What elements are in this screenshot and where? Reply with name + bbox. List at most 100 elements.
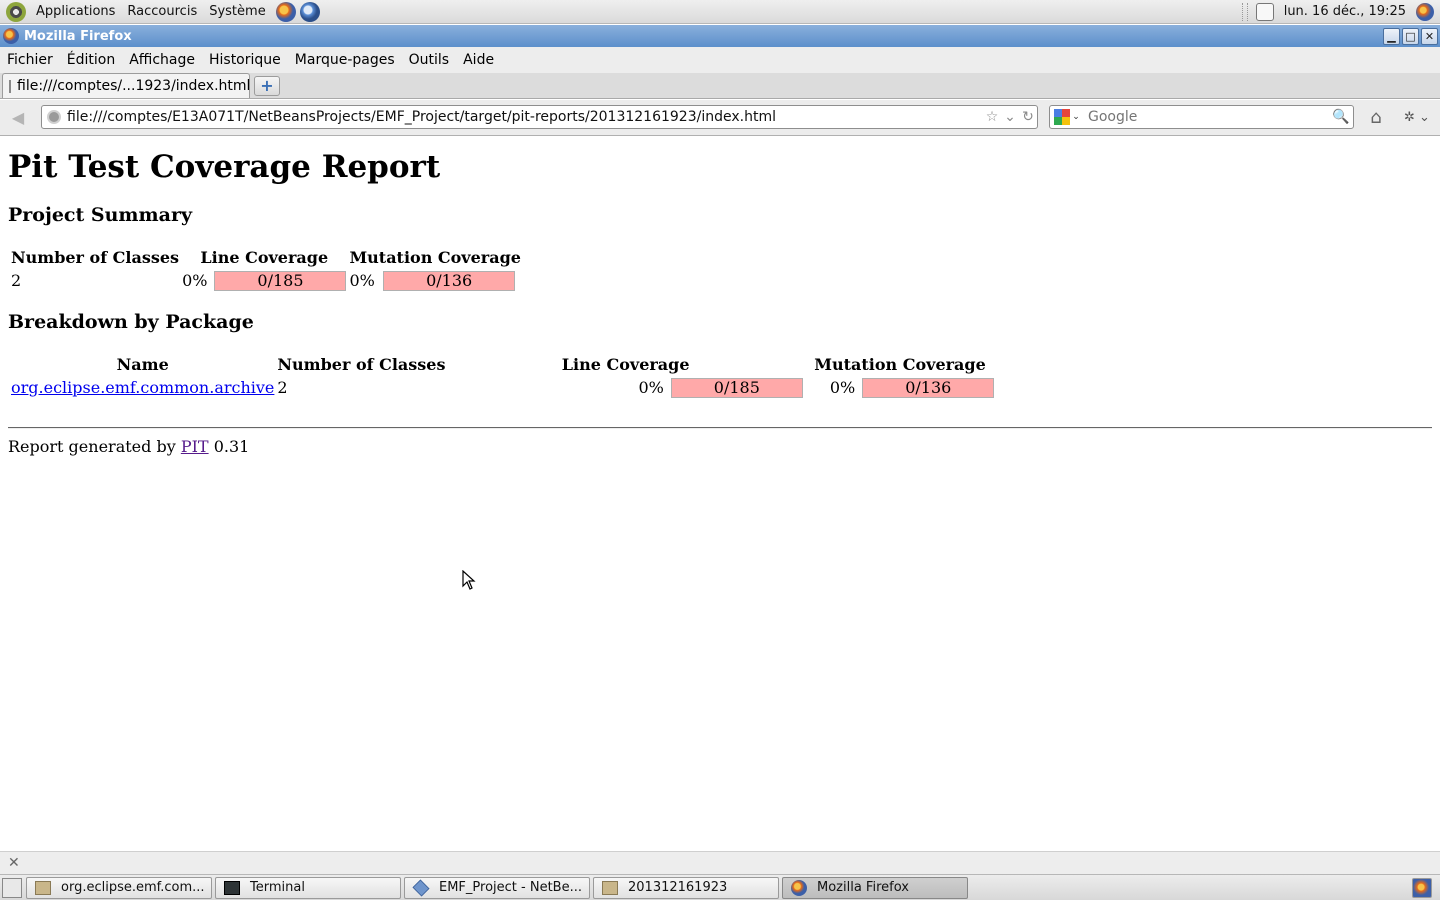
- package-link[interactable]: org.eclipse.emf.common.archive: [11, 378, 274, 397]
- thunderbird-launcher-icon[interactable]: [299, 1, 320, 22]
- url-bar[interactable]: file:///comptes/E13A071T/NetBeansProject…: [41, 105, 1038, 129]
- menu-outils[interactable]: Outils: [402, 52, 456, 68]
- folder-icon: [602, 880, 618, 895]
- mutation-coverage-bar: 0/136: [383, 271, 516, 291]
- google-engine-icon[interactable]: [1054, 109, 1070, 125]
- menu-fichier[interactable]: Fichier: [0, 52, 60, 68]
- task-folder-report[interactable]: 201312161923: [593, 876, 779, 899]
- summary-table: Number of Classes Line Coverage Mutation…: [8, 245, 524, 294]
- engine-icon-part: [1054, 109, 1062, 117]
- shortcuts-menu[interactable]: Raccourcis: [121, 4, 203, 19]
- search-go-icon[interactable]: 🔍: [1331, 107, 1351, 127]
- search-bar[interactable]: ⌄ 🔍: [1049, 105, 1354, 129]
- applications-menu[interactable]: Applications: [30, 4, 121, 19]
- summary-line-pct: 0%: [182, 271, 208, 290]
- url-text[interactable]: file:///comptes/E13A071T/NetBeansProject…: [67, 109, 983, 125]
- window-titlebar[interactable]: Mozilla Firefox ▁ □ ✕: [0, 25, 1440, 47]
- task-netbeans[interactable]: EMF_Project - NetBe...: [404, 876, 590, 899]
- minimize-button[interactable]: ▁: [1383, 27, 1400, 45]
- task-label: org.eclipse.emf.com...: [61, 880, 205, 895]
- panel-tray: lun. 16 déc., 19:25: [1241, 0, 1440, 24]
- summary-row: 2 0% 0/185 0% 0/136: [11, 271, 521, 291]
- breakdown-header-row: Name Number of Classes Line Coverage Mut…: [11, 355, 994, 375]
- package-line-coverage-bar: 0/185: [670, 378, 803, 398]
- panel-clock[interactable]: lun. 16 déc., 19:25: [1284, 4, 1406, 19]
- page-icon: [9, 79, 11, 93]
- package-row: org.eclipse.emf.common.archive 2 0% 0/18…: [11, 378, 995, 398]
- taskbar: org.eclipse.emf.com... Terminal EMF_Proj…: [0, 874, 1440, 900]
- firefox-tray-icon[interactable]: [1416, 2, 1434, 21]
- firefox-window-icon[interactable]: [3, 28, 19, 44]
- task-terminal[interactable]: Terminal: [215, 876, 401, 899]
- find-bar: ✕: [0, 851, 1440, 874]
- menu-historique[interactable]: Historique: [202, 52, 288, 68]
- menu-affichage[interactable]: Affichage: [122, 52, 202, 68]
- summary-mutation-pct: 0%: [349, 271, 375, 290]
- tab-strip: file:///comptes/...1923/index.html +: [0, 73, 1440, 99]
- bookmark-star-icon[interactable]: ☆: [983, 109, 1001, 125]
- history-dropdown-icon[interactable]: ⌄: [1001, 109, 1019, 125]
- netbeans-icon: [412, 879, 430, 896]
- tab-index-html[interactable]: file:///comptes/...1923/index.html: [2, 73, 250, 98]
- package-mutation-coverage-bar: 0/136: [862, 378, 995, 398]
- breakdown-heading: Breakdown by Package: [8, 311, 254, 333]
- close-button[interactable]: ✕: [1421, 27, 1438, 45]
- home-button[interactable]: ⌂: [1364, 106, 1388, 130]
- folder-icon: [35, 880, 51, 895]
- site-identity-icon[interactable]: [47, 110, 61, 124]
- show-desktop-icon[interactable]: [2, 877, 22, 898]
- engine-icon-part: [1062, 109, 1070, 117]
- package-name-cell: org.eclipse.emf.common.archive: [11, 378, 274, 398]
- task-label: Mozilla Firefox: [817, 880, 909, 895]
- firefox-launcher-icon[interactable]: [275, 1, 296, 22]
- footer-divider: [8, 427, 1432, 429]
- back-button[interactable]: ◀: [5, 105, 31, 131]
- engine-icon-part: [1054, 117, 1062, 125]
- menu-edition[interactable]: Édition: [60, 52, 122, 68]
- header-line-coverage: Line Coverage: [200, 248, 329, 267]
- line-coverage-bar: 0/185: [214, 271, 347, 291]
- menu-bar: Fichier Édition Affichage Historique Mar…: [0, 47, 1440, 73]
- package-mutation-pct: 0%: [829, 378, 856, 397]
- task-folder-package[interactable]: org.eclipse.emf.com...: [26, 876, 212, 899]
- new-tab-button[interactable]: +: [254, 76, 280, 96]
- engine-dropdown-icon[interactable]: ⌄: [1070, 112, 1082, 122]
- package-line-pct: 0%: [638, 378, 664, 397]
- findbar-close-icon[interactable]: ✕: [8, 855, 20, 871]
- menu-aide[interactable]: Aide: [456, 52, 501, 68]
- package-mutation-bar-cell: 0/136: [862, 378, 995, 398]
- page-content: Pit Test Coverage Report Project Summary…: [0, 137, 1440, 850]
- search-input[interactable]: [1088, 109, 1331, 125]
- task-label: EMF_Project - NetBe...: [439, 880, 582, 895]
- report-title: Pit Test Coverage Report: [8, 149, 441, 185]
- maximize-button[interactable]: □: [1402, 27, 1419, 45]
- navigation-bar: ◀ file:///comptes/E13A071T/NetBeansProje…: [0, 100, 1440, 136]
- tray-separator: [1241, 2, 1248, 21]
- header-mutation-coverage: Mutation Coverage: [814, 355, 986, 374]
- tools-menu-button[interactable]: ✲ ⌄: [1398, 106, 1436, 130]
- reload-icon[interactable]: ↻: [1019, 109, 1037, 125]
- project-summary-heading: Project Summary: [8, 204, 192, 226]
- breakdown-table: Name Number of Classes Line Coverage Mut…: [8, 352, 997, 401]
- task-label: 201312161923: [628, 880, 728, 895]
- task-firefox[interactable]: Mozilla Firefox: [782, 876, 968, 899]
- terminal-icon: [224, 880, 240, 895]
- package-line-bar-cell: 0/185: [670, 378, 803, 398]
- summary-header-row: Number of Classes Line Coverage Mutation…: [11, 248, 521, 268]
- system-menu[interactable]: Système: [203, 4, 271, 19]
- summary-line-bar-cell: 0/185: [214, 271, 347, 291]
- mouse-cursor-icon: [462, 570, 476, 590]
- menu-marque-pages[interactable]: Marque-pages: [288, 52, 402, 68]
- header-mutation-coverage: Mutation Coverage: [349, 248, 521, 267]
- window-controls: ▁ □ ✕: [1383, 27, 1438, 45]
- gnome-foot-icon[interactable]: [6, 1, 26, 22]
- pit-link[interactable]: PIT: [181, 437, 209, 456]
- engine-icon-part: [1062, 117, 1070, 125]
- header-number-of-classes: Number of Classes: [277, 355, 446, 374]
- window-title: Mozilla Firefox: [24, 28, 132, 44]
- task-label: Terminal: [250, 880, 305, 895]
- report-footer: Report generated by PIT 0.31: [8, 437, 1432, 456]
- notification-icon[interactable]: [1255, 2, 1274, 21]
- firefox-tray-icon[interactable]: [1412, 877, 1432, 898]
- firefox-icon: [791, 879, 807, 896]
